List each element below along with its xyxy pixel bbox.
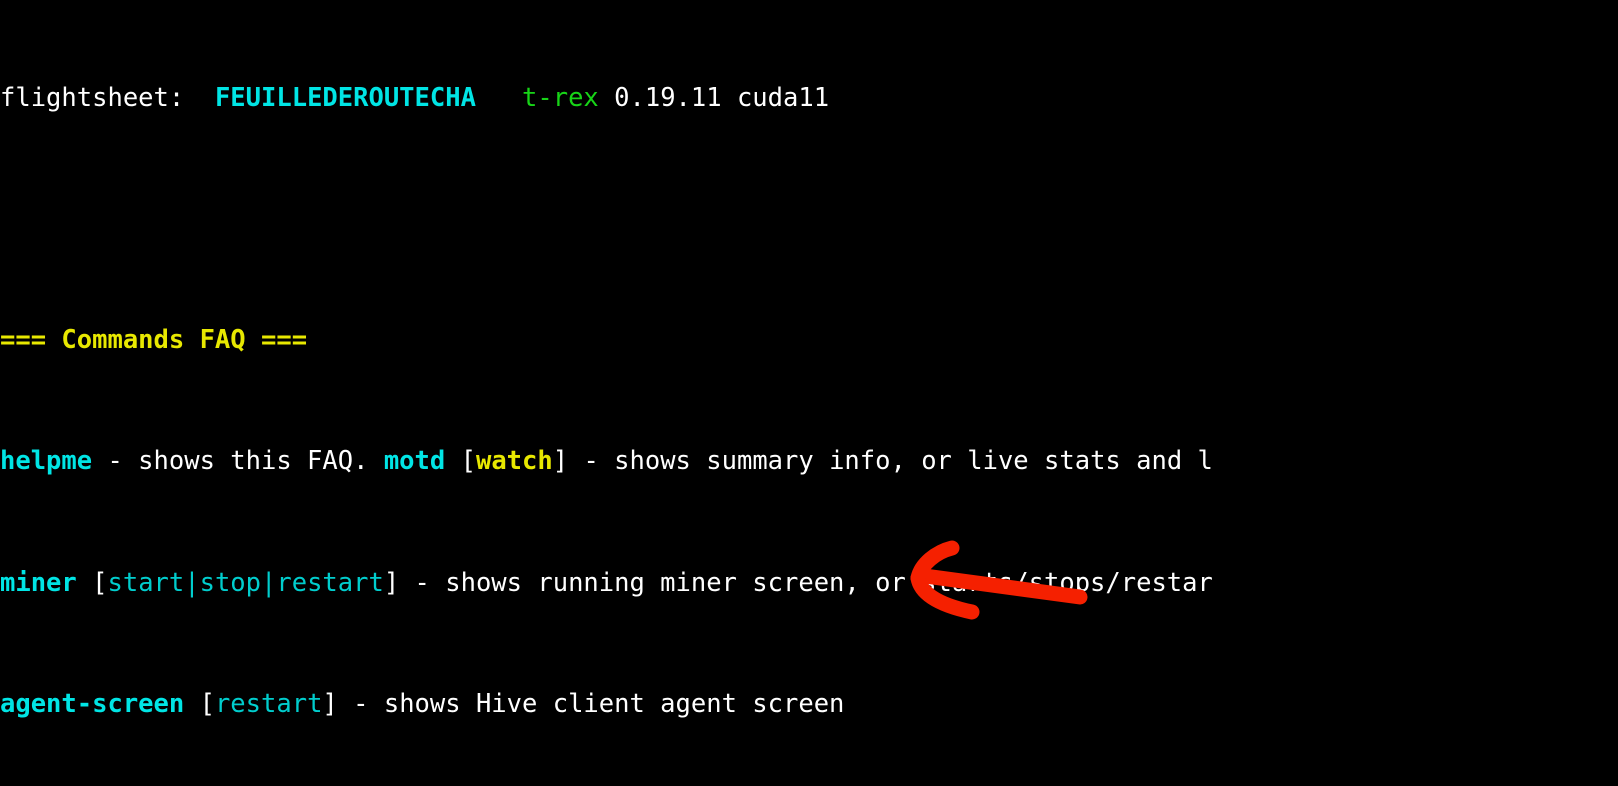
terminal-line-miner: miner [start|stop|restart] - shows runni… [0,567,1213,598]
terminal-line-faq-header: === Commands FAQ === [0,325,1618,355]
terminal-window[interactable]: flightsheet: FEUILLEDEROUTECHA t-rex 0.1… [0,0,1618,786]
command-miner: miner [0,567,77,598]
arg-restart: restart [214,688,323,719]
command-agent-screen: agent-screen [0,688,185,719]
terminal-line-agent-screen: agent-screen [restart] - shows Hive clie… [0,688,845,719]
arg-miner-actions: start|stop|restart [107,567,384,598]
command-motd: motd [383,446,446,477]
command-helpme: helpme [0,446,93,477]
terminal-line-helpme: helpme - shows this FAQ. motd [watch] - … [0,446,1213,477]
flightsheet-label: flightsheet: [0,82,185,113]
miner-version: 0.19.11 cuda11 [614,82,830,113]
miner-name: t-rex [522,82,599,113]
arg-watch: watch [475,446,553,477]
flightsheet-value: FEUILLEDEROUTECHA [214,82,476,113]
terminal-output: flightsheet: FEUILLEDEROUTECHA t-rex 0.1… [0,0,1618,786]
terminal-line-flightsheet: flightsheet: FEUILLEDEROUTECHA t-rex 0.1… [0,83,1618,113]
faq-header-text: === Commands FAQ === [0,325,308,356]
